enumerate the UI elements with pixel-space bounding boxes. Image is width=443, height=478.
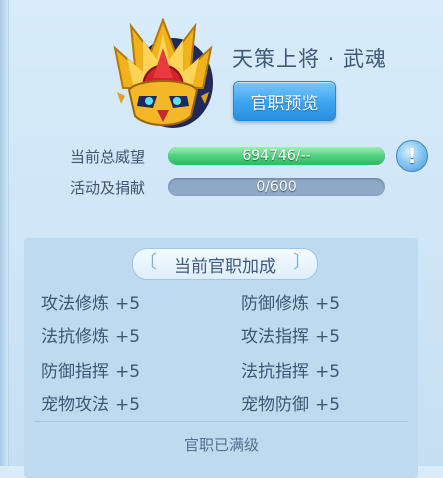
prestige-progress-bar: 694746/-- <box>168 147 385 165</box>
bonus-header: 〔 当前官职加成 〕 <box>132 248 318 280</box>
bonus-item-value: +5 <box>115 294 141 314</box>
swirl-left-icon: 〔 <box>139 252 157 273</box>
bonus-item-name: 宠物攻法 <box>41 395 109 415</box>
swirl-right-icon: 〕 <box>293 252 311 273</box>
helmet-icon <box>113 18 213 126</box>
rank-maxed-status: 官职已满级 <box>183 436 259 454</box>
bonus-item: 防御指挥 +5 <box>41 357 140 382</box>
bonus-item-value: +5 <box>315 395 341 415</box>
help-icon[interactable]: ! <box>396 140 428 172</box>
panel-left-edge <box>0 0 9 466</box>
bonus-item-name: 攻法修炼 <box>41 294 109 314</box>
bonus-item-name: 法抗指挥 <box>241 362 309 382</box>
bonus-item: 宠物攻法 +5 <box>41 390 140 415</box>
bonus-item-value: +5 <box>115 395 141 415</box>
bonus-item: 法抗修炼 +5 <box>41 322 140 347</box>
bonus-item-value: +5 <box>115 327 141 347</box>
bonus-item: 防御修炼 +5 <box>241 289 340 314</box>
prestige-value: 694746/-- <box>242 148 311 164</box>
bonus-item-name: 攻法指挥 <box>241 327 309 347</box>
bonus-item-name: 法抗修炼 <box>41 327 109 347</box>
bonus-item: 攻法指挥 +5 <box>241 322 340 347</box>
bonus-item: 法抗指挥 +5 <box>241 357 340 382</box>
activity-label: 活动及捐献 <box>70 179 146 197</box>
bonus-item-value: +5 <box>315 362 341 382</box>
bonus-item: 攻法修炼 +5 <box>41 289 140 314</box>
activity-progress-bar: 0/600 <box>168 178 385 196</box>
bonus-item: 宠物防御 +5 <box>241 390 340 415</box>
rank-emblem-icon <box>113 18 215 130</box>
prestige-label: 当前总威望 <box>70 148 146 166</box>
bonus-item-name: 宠物防御 <box>241 395 309 415</box>
bonus-item-name: 防御修炼 <box>241 294 309 314</box>
activity-value: 0/600 <box>256 179 297 195</box>
bonus-item-name: 防御指挥 <box>41 362 109 382</box>
rank-preview-button[interactable]: 官职预览 <box>233 81 336 121</box>
bonus-item-value: +5 <box>315 294 341 314</box>
bonus-item-value: +5 <box>115 362 141 382</box>
bonus-item-value: +5 <box>315 327 341 347</box>
rank-title: 天策上将 · 武魂 <box>232 47 388 71</box>
bonus-divider <box>34 421 408 422</box>
bonus-header-label: 当前官职加成 <box>174 256 276 277</box>
